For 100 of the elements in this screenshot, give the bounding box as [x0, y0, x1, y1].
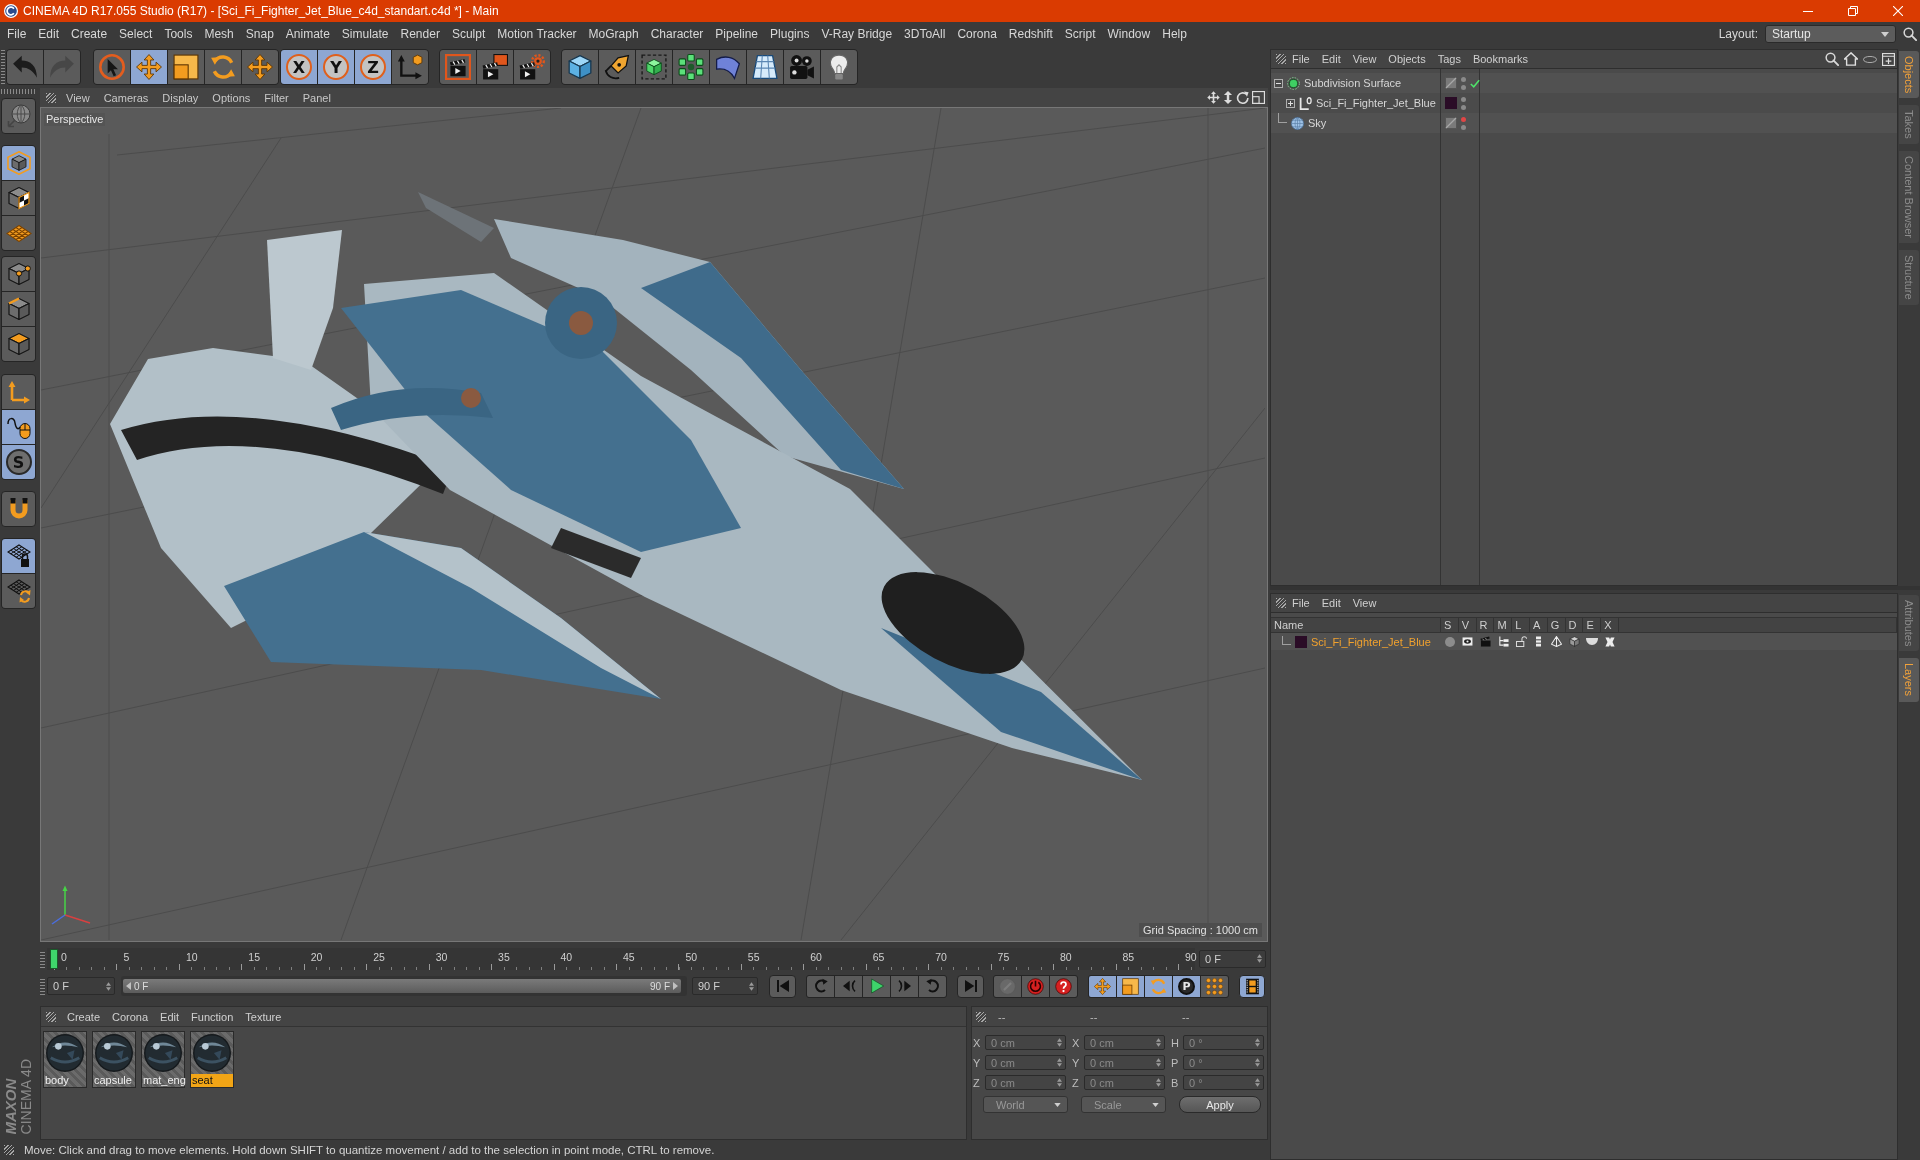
menu-item[interactable]: Window: [1101, 27, 1157, 41]
planar-workplane-button[interactable]: [2, 574, 35, 608]
up-down-arrow-icon[interactable]: [1223, 91, 1233, 104]
maximum-time-field[interactable]: 90 F: [692, 977, 758, 995]
menu-item[interactable]: File: [1, 27, 33, 41]
cube-icon[interactable]: [1568, 636, 1580, 647]
menu-item[interactable]: Function: [185, 1010, 240, 1023]
menu-item[interactable]: Edit: [32, 27, 66, 41]
object-row[interactable]: Sky: [1271, 113, 1897, 133]
circle-dot-icon[interactable]: [1444, 636, 1455, 647]
menu-item[interactable]: Simulate: [335, 27, 395, 41]
material-tile[interactable]: seat: [190, 1031, 234, 1088]
collapse-toggle-icon[interactable]: [1274, 78, 1283, 88]
pen-tool-button[interactable]: [599, 50, 635, 84]
search-icon[interactable]: [1903, 27, 1917, 41]
rotation-key-button[interactable]: [1145, 975, 1172, 997]
make-editable-button[interactable]: [1, 98, 36, 134]
left-triangle-icon[interactable]: [126, 982, 131, 990]
previous-key-button[interactable]: [807, 975, 834, 997]
bowl-icon[interactable]: [1586, 638, 1599, 645]
menu-item[interactable]: View: [1346, 597, 1383, 609]
home-icon[interactable]: [1844, 52, 1858, 66]
scale-tool-button[interactable]: [168, 50, 204, 84]
menu-item[interactable]: Pipeline: [709, 27, 765, 41]
play-button[interactable]: [863, 975, 890, 997]
grip-icon[interactable]: [46, 92, 56, 103]
menu-item[interactable]: Plugins: [764, 27, 816, 41]
subdivision-surface-button[interactable]: [636, 50, 672, 84]
z-axis-button[interactable]: Z: [355, 50, 391, 84]
menu-item[interactable]: Texture: [239, 1010, 288, 1023]
menu-item[interactable]: Create: [65, 27, 114, 41]
menu-item[interactable]: Select: [113, 27, 159, 41]
grip-icon[interactable]: [1276, 54, 1286, 64]
menu-item[interactable]: Mesh: [198, 27, 240, 41]
menu-item[interactable]: View: [59, 91, 97, 104]
menu-item[interactable]: Help: [1156, 27, 1193, 41]
auto-key-button[interactable]: [1022, 975, 1049, 997]
keyframe-selection-button[interactable]: [1050, 975, 1077, 997]
preview-range-bar[interactable]: 0 F 90 F: [123, 979, 681, 993]
undo-button[interactable]: [7, 50, 43, 84]
search-icon[interactable]: [1825, 52, 1839, 66]
menu-item[interactable]: Panel: [295, 91, 338, 104]
menu-item[interactable]: Character: [644, 27, 710, 41]
apply-button[interactable]: Apply: [1179, 1096, 1261, 1113]
axis-mode-button[interactable]: [2, 375, 35, 409]
grip-icon[interactable]: [1, 50, 5, 84]
grip-icon[interactable]: [1276, 598, 1286, 608]
four-way-arrow-icon[interactable]: [1207, 91, 1220, 104]
grip-icon[interactable]: [40, 949, 45, 968]
first-frame-button[interactable]: [769, 974, 796, 998]
new-window-icon[interactable]: [1882, 52, 1895, 66]
monitor-eye-icon[interactable]: [1462, 637, 1474, 646]
menu-item[interactable]: Create: [61, 1010, 107, 1023]
current-frame-field[interactable]: 0 F: [1199, 949, 1266, 968]
floor-object-button[interactable]: [747, 50, 783, 84]
hierarchy-icon[interactable]: [1497, 636, 1509, 647]
menu-item[interactable]: Edit: [154, 1010, 186, 1023]
material-tile[interactable]: capsule: [92, 1031, 136, 1088]
workplane-mode-button[interactable]: [2, 216, 35, 250]
live-selection-button[interactable]: [94, 50, 130, 84]
rotate-arrow-icon[interactable]: [1236, 91, 1249, 104]
magnet-button[interactable]: [1, 491, 36, 527]
render-settings-button[interactable]: [514, 50, 550, 84]
bend-deformer-button[interactable]: [710, 50, 746, 84]
material-tile[interactable]: body: [43, 1031, 87, 1088]
open-lock-icon[interactable]: [1515, 636, 1527, 647]
menu-item[interactable]: Script: [1058, 27, 1102, 41]
object-row[interactable]: Subdivision Surface: [1271, 73, 1897, 93]
x-axis-button[interactable]: X: [281, 50, 317, 84]
timeline-ruler[interactable]: 0 5 10 15 20 25 30 35 40 45 50 55 60 65 70 75 80 85 90: [47, 947, 1195, 970]
move-tool-button[interactable]: [131, 50, 167, 84]
menu-item[interactable]: Options: [205, 91, 258, 104]
menu-item[interactable]: Tags: [1431, 53, 1467, 65]
edges-mode-button[interactable]: [2, 292, 35, 326]
menu-item[interactable]: Display: [155, 91, 206, 104]
camera-object-button[interactable]: [784, 50, 820, 84]
position-key-button[interactable]: [1089, 975, 1116, 997]
model-mode-button[interactable]: [2, 146, 35, 180]
points-mode-button[interactable]: [2, 257, 35, 291]
expand-toggle-icon[interactable]: [1286, 98, 1295, 108]
menu-item[interactable]: Snap: [239, 27, 280, 41]
menu-item[interactable]: Motion Tracker: [491, 27, 583, 41]
clapperboard-icon[interactable]: [1480, 636, 1491, 647]
playhead-marker[interactable]: [50, 948, 58, 969]
parameter-key-button[interactable]: P: [1173, 975, 1200, 997]
render-picture-viewer-button[interactable]: [477, 50, 513, 84]
layout-dropdown[interactable]: Startup: [1765, 25, 1896, 43]
menu-item[interactable]: Corona: [951, 27, 1003, 41]
polygons-mode-button[interactable]: [2, 327, 35, 361]
light-object-button[interactable]: [821, 50, 857, 84]
menu-item[interactable]: Sculpt: [445, 27, 492, 41]
grip-icon[interactable]: [976, 1011, 986, 1022]
timeline-window-button[interactable]: [1239, 974, 1265, 998]
menu-item[interactable]: Edit: [1315, 597, 1347, 609]
grip-icon[interactable]: [46, 1011, 56, 1022]
point-level-key-button[interactable]: [1201, 975, 1228, 997]
menu-item[interactable]: Tools: [158, 27, 199, 41]
menu-item[interactable]: View: [1346, 53, 1383, 65]
cloner-button[interactable]: [673, 50, 709, 84]
minimum-time-field[interactable]: 0 F: [47, 977, 115, 995]
